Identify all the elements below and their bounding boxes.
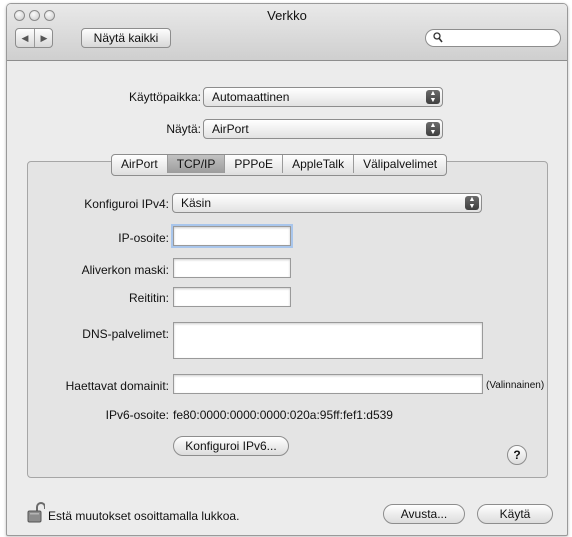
network-preferences-window: Verkko ◀ ▶ Näytä kaikki Käyttöpaikka: Au… — [6, 3, 568, 536]
popup-arrows-icon: ▲ ▼ — [465, 196, 479, 210]
subnet-mask-field[interactable] — [173, 258, 291, 278]
show-popup[interactable]: AirPort ▲ ▼ — [203, 119, 443, 139]
search-field[interactable] — [425, 29, 561, 47]
tab-appletalk[interactable]: AppleTalk — [283, 155, 355, 173]
tab-proxies[interactable]: Välipalvelimet — [354, 155, 446, 173]
show-value: AirPort — [212, 122, 249, 136]
search-domains-label: Haettavat domainit: — [65, 379, 169, 393]
router-label: Reititin: — [128, 291, 169, 305]
back-arrow-icon[interactable]: ◀ — [16, 29, 34, 47]
location-label: Käyttöpaikka: — [128, 90, 201, 104]
show-label: Näytä: — [166, 122, 201, 136]
window-title: Verkko — [267, 8, 307, 23]
location-value: Automaattinen — [212, 90, 290, 104]
ip-address-label: IP-osoite: — [118, 231, 169, 245]
search-domains-field[interactable] — [173, 374, 483, 394]
router-field[interactable] — [173, 287, 291, 307]
subnet-mask-label: Aliverkon maski: — [81, 263, 169, 277]
tab-tcpip[interactable]: TCP/IP — [167, 155, 226, 173]
back-forward-control: ◀ ▶ — [15, 28, 53, 48]
popup-arrows-icon: ▲ ▼ — [426, 90, 440, 104]
apply-button[interactable]: Käytä — [477, 504, 553, 524]
dns-servers-field[interactable] — [173, 322, 483, 359]
tab-airport[interactable]: AirPort — [112, 155, 168, 173]
tab-pppoe[interactable]: PPPoE — [225, 155, 284, 173]
configure-ipv4-popup[interactable]: Käsin ▲ ▼ — [172, 193, 482, 213]
ip-address-field[interactable] — [173, 226, 291, 246]
title-bar: Verkko ◀ ▶ Näytä kaikki — [7, 4, 567, 61]
show-all-button[interactable]: Näytä kaikki — [81, 28, 171, 48]
ipv6-address-value: fe80:0000:0000:0000:020a:95ff:fef1:d539 — [173, 408, 393, 422]
optional-note: (Valinnainen) — [486, 380, 545, 391]
help-icon[interactable]: ? — [507, 445, 527, 465]
dns-servers-label: DNS-palvelimet: — [82, 327, 169, 341]
lock-instruction: Estä muutokset osoittamalla lukkoa. — [48, 509, 240, 523]
tab-bar: AirPort TCP/IP PPPoE AppleTalk Välipalve… — [111, 154, 448, 176]
popup-arrows-icon: ▲ ▼ — [426, 122, 440, 136]
ipv6-address-label: IPv6-osoite: — [105, 408, 169, 422]
assist-button[interactable]: Avusta... — [383, 504, 465, 524]
location-popup[interactable]: Automaattinen ▲ ▼ — [203, 87, 443, 107]
magnifier-icon — [433, 32, 443, 46]
configure-ipv4-value: Käsin — [181, 196, 212, 210]
configure-ipv4-label: Konfiguroi IPv4: — [84, 197, 169, 211]
padlock-open-icon[interactable] — [27, 502, 46, 527]
configure-ipv6-button[interactable]: Konfiguroi IPv6... — [173, 436, 289, 456]
forward-arrow-icon[interactable]: ▶ — [35, 29, 53, 47]
